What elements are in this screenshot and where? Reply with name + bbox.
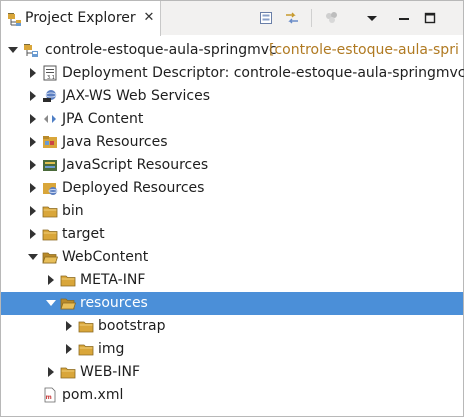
folder-icon: [78, 321, 94, 333]
chevron-right-icon[interactable]: [63, 320, 75, 332]
toolbar-separator: [311, 9, 312, 27]
chevron-right-icon[interactable]: [27, 136, 39, 148]
tree-item-bootstrap[interactable]: bootstrap: [1, 315, 463, 338]
link-with-editor-icon[interactable]: [283, 9, 301, 27]
svg-text:3.1: 3.1: [47, 75, 55, 81]
tree-item-webcontent[interactable]: WebContent: [1, 246, 463, 269]
tree-item-label: pom.xml: [62, 387, 124, 403]
tree-item-label: WEB-INF: [80, 364, 140, 380]
view-menu-icon[interactable]: [363, 9, 381, 27]
tab-project-explorer[interactable]: Project Explorer ✕: [1, 1, 161, 36]
chevron-right-icon[interactable]: [27, 67, 39, 79]
chevron-right-icon[interactable]: [63, 343, 75, 355]
xml-file-icon: m: [44, 387, 56, 403]
web-project-icon: [24, 44, 38, 57]
chevron-right-icon[interactable]: [45, 366, 57, 378]
tree-item-label: Deployment Descriptor: controle-estoque-…: [62, 65, 464, 81]
project-explorer-icon: [8, 13, 21, 26]
tree-item-web-inf[interactable]: WEB-INF: [1, 361, 463, 384]
folder-icon: [42, 229, 58, 241]
tree-item-meta-inf[interactable]: META-INF: [1, 269, 463, 292]
tree-item-label: resources: [80, 295, 148, 311]
tree-item-label: META-INF: [80, 272, 146, 288]
tree-item-bin[interactable]: bin: [1, 200, 463, 223]
folder-icon: [60, 275, 76, 287]
java-resources-icon: [43, 136, 57, 148]
tree-item-img[interactable]: img: [1, 338, 463, 361]
chevron-right-icon[interactable]: [27, 205, 39, 217]
tree-item-label: Java Resources: [62, 134, 168, 150]
chevron-right-icon[interactable]: [27, 113, 39, 125]
maximize-icon[interactable]: [421, 9, 439, 27]
tree-item-label: bin: [62, 203, 84, 219]
close-icon[interactable]: ✕: [142, 11, 156, 25]
tree-item-deployed-resources[interactable]: Deployed Resources: [1, 177, 463, 200]
deployed-resources-icon: [43, 183, 58, 195]
open-folder-icon: [60, 298, 76, 310]
tree-item-resources[interactable]: resources: [1, 292, 463, 315]
filters-icon[interactable]: [323, 9, 341, 27]
project-decoration: [controle-estoque-aula-spri: [269, 42, 459, 58]
tree-item-label: JavaScript Resources: [62, 157, 209, 173]
tree-item-pom-xml[interactable]: m pom.xml: [1, 384, 463, 407]
tree-item-jax-ws[interactable]: JAX-WS Web Services: [1, 85, 463, 108]
tree-item-label: Deployed Resources: [62, 180, 205, 196]
tree-item-label: JPA Content: [62, 111, 144, 127]
chevron-right-icon[interactable]: [45, 274, 57, 286]
project-explorer-view: Project Explorer ✕ controle-estoque-aula…: [0, 0, 464, 417]
tree-item-java-resources[interactable]: Java Resources: [1, 131, 463, 154]
javascript-resources-icon: [43, 160, 57, 171]
chevron-down-icon[interactable]: [27, 251, 39, 263]
tree-item-label: img: [98, 341, 125, 357]
chevron-right-icon[interactable]: [27, 182, 39, 194]
tab-title: Project Explorer: [25, 10, 136, 26]
tree-item-label: target: [62, 226, 105, 242]
folder-icon: [78, 344, 94, 356]
tree-item-javascript-resources[interactable]: JavaScript Resources: [1, 154, 463, 177]
tree-item-target[interactable]: target: [1, 223, 463, 246]
tree-item-label: bootstrap: [98, 318, 166, 334]
svg-text:m: m: [46, 394, 52, 401]
folder-icon: [42, 206, 58, 218]
tree-item-label: JAX-WS Web Services: [62, 88, 211, 104]
chevron-right-icon[interactable]: [27, 159, 39, 171]
tree-item-deployment-descriptor[interactable]: 3.1 Deployment Descriptor: controle-esto…: [1, 62, 464, 85]
chevron-right-icon[interactable]: [27, 228, 39, 240]
chevron-down-icon[interactable]: [45, 297, 57, 309]
chevron-right-icon[interactable]: [27, 90, 39, 102]
jpa-icon: [44, 115, 56, 123]
chevron-down-icon[interactable]: [7, 44, 19, 56]
folder-icon: [60, 367, 76, 379]
view-title-bar: Project Explorer ✕: [1, 1, 463, 36]
tree-item-project[interactable]: controle-estoque-aula-springmvc [control…: [1, 39, 463, 62]
collapse-all-icon[interactable]: [257, 9, 275, 27]
tree-item-jpa-content[interactable]: JPA Content: [1, 108, 463, 131]
open-folder-icon: [42, 252, 58, 264]
web-services-icon: [43, 90, 57, 102]
minimize-icon[interactable]: [395, 9, 413, 27]
tree-item-label: WebContent: [62, 249, 149, 265]
deployment-descriptor-icon: 3.1: [43, 65, 57, 81]
project-name: controle-estoque-aula-springmvc: [45, 42, 277, 58]
